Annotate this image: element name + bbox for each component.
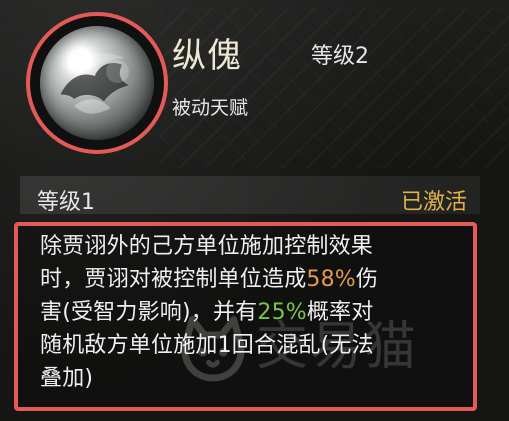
description-line-2: 时，贾诩对被控制单位造成58%伤 <box>40 263 470 296</box>
description-line-2-prefix: 时，贾诩对被控制单位造成 <box>40 267 307 292</box>
smoke-bird-icon <box>40 26 154 140</box>
skill-name: 纵傀 <box>172 38 242 75</box>
skill-icon-frame[interactable] <box>26 12 168 154</box>
description-line-5: 叠加) <box>40 366 94 391</box>
description-line-3: 害(受智力影响)，并有25%概率对 <box>40 296 470 329</box>
status-level-label: 等级1 <box>37 190 95 215</box>
skill-description: 除贾诩外的己方单位施加控制效果 时，贾诩对被控制单位造成58%伤 害(受智力影响… <box>40 230 470 395</box>
description-line-3-prefix: 害(受智力影响)，并有 <box>40 300 258 325</box>
chance-percent: 25% <box>257 300 307 325</box>
skill-detail-card: 纵傀 等级2 被动天赋 等级1 已激活 除贾诩外的己方单位施加控制效果 时，贾诩… <box>0 0 509 421</box>
description-line-2-suffix: 伤 <box>355 267 379 292</box>
skill-level-top: 等级2 <box>311 44 369 69</box>
description-line-4: 随机敌方单位施加1回合混乱(无法 <box>40 333 374 358</box>
status-activated: 已激活 <box>400 190 467 215</box>
skill-type: 被动天赋 <box>172 97 249 119</box>
description-line-3-suffix: 概率对 <box>306 300 374 325</box>
damage-percent: 58% <box>306 267 356 292</box>
description-line-1: 除贾诩外的己方单位施加控制效果 <box>40 234 374 259</box>
